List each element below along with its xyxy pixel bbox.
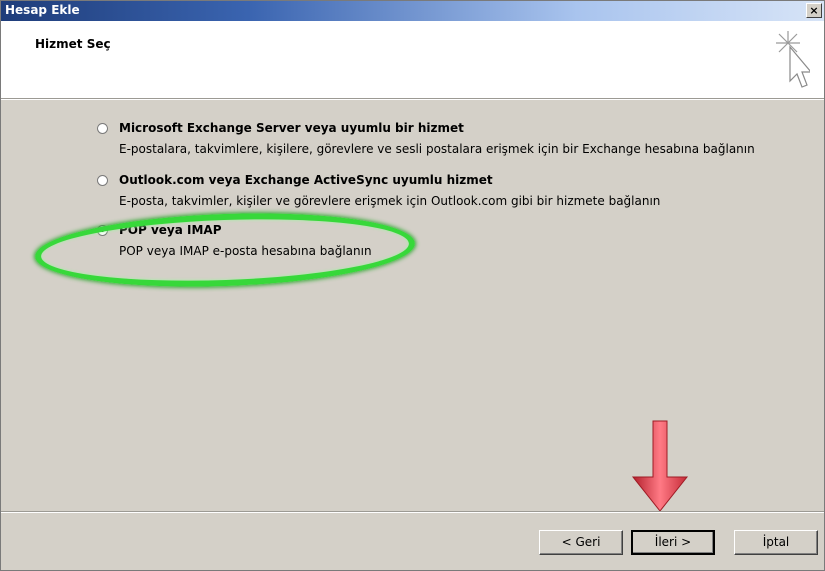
header-separator bbox=[1, 99, 824, 100]
footer-separator bbox=[1, 511, 824, 513]
option-exchange-title: Microsoft Exchange Server veya uyumlu bi… bbox=[119, 121, 464, 135]
back-button[interactable]: < Geri bbox=[539, 530, 623, 555]
option-outlook-title: Outlook.com veya Exchange ActiveSync uyu… bbox=[119, 173, 493, 187]
wizard-cursor-icon bbox=[776, 31, 810, 88]
radio-exchange[interactable] bbox=[97, 123, 108, 134]
close-button[interactable]: × bbox=[806, 3, 822, 18]
wizard-header: Hizmet Seç bbox=[1, 21, 824, 99]
option-outlook-description: E-posta, takvimler, kişiler ve görevlere… bbox=[119, 194, 661, 208]
dialog-window: Hesap Ekle × Hizmet Seç Microsoft Exchan… bbox=[0, 0, 825, 571]
option-exchange-description: E-postalara, takvimlere, kişilere, görev… bbox=[119, 142, 755, 156]
cancel-button[interactable]: İptal bbox=[734, 530, 818, 555]
radio-outlook[interactable] bbox=[97, 175, 108, 186]
down-arrow-icon bbox=[631, 420, 689, 512]
window-title: Hesap Ekle bbox=[5, 3, 80, 17]
highlight-ellipse bbox=[33, 207, 417, 293]
page-heading: Hizmet Seç bbox=[35, 37, 111, 51]
title-bar: Hesap Ekle × bbox=[1, 1, 824, 21]
next-button[interactable]: İleri > bbox=[631, 530, 715, 555]
